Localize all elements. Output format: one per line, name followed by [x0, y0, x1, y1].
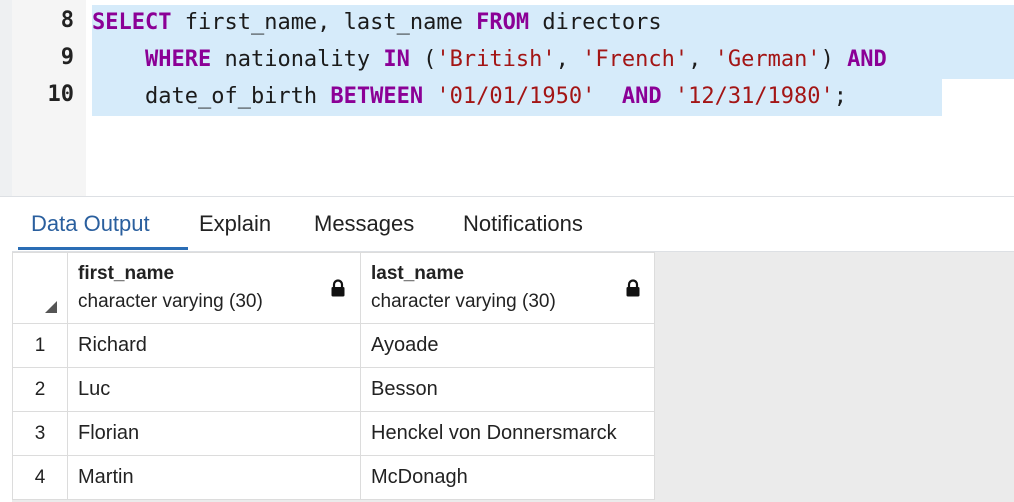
table-row[interactable]: 2 Luc Besson [12, 367, 655, 412]
row-number[interactable]: 1 [12, 323, 68, 368]
cell-last-name[interactable]: McDonagh [360, 455, 655, 500]
active-tab-indicator [18, 247, 188, 250]
sql-text: ( [409, 47, 437, 72]
line-number-gutter: 8 9 10 [0, 0, 86, 196]
sql-string: 'German' [714, 47, 821, 72]
sql-text: ; [833, 84, 848, 109]
sql-keyword: WHERE [144, 47, 212, 72]
tab-data-output[interactable]: Data Output [31, 211, 150, 237]
sql-keyword: AND [621, 84, 662, 109]
column-name: first_name [78, 263, 175, 284]
results-tabs: Data Output Explain Messages Notificatio… [12, 197, 1014, 251]
lock-icon [331, 279, 345, 297]
sql-keyword: BETWEEN [330, 84, 424, 109]
line-number: 9 [60, 45, 74, 70]
column-header-last-name[interactable]: last_name character varying (30) [360, 252, 655, 324]
sql-string: '12/31/1980' [674, 84, 834, 109]
column-name: last_name [371, 263, 464, 284]
sort-triangle-icon [45, 301, 57, 313]
sql-text: first_name, last_name [171, 10, 477, 35]
column-type: character varying (30) [78, 291, 263, 312]
line-number: 10 [47, 82, 75, 107]
code-line-9[interactable]: WHERE nationality IN ('British', 'French… [92, 45, 887, 75]
sql-keyword: IN [383, 47, 410, 72]
row-number[interactable]: 2 [12, 367, 68, 412]
column-type: character varying (30) [371, 291, 556, 312]
sql-keyword: FROM [476, 10, 530, 35]
sql-text: nationality [211, 47, 384, 72]
grid-corner[interactable] [12, 252, 68, 324]
row-number[interactable]: 3 [12, 411, 68, 456]
sql-text: , [555, 47, 583, 72]
tab-messages[interactable]: Messages [314, 211, 414, 237]
sql-text: directors [529, 10, 662, 35]
lock-icon [626, 279, 640, 297]
sql-keyword: SELECT [92, 10, 172, 35]
sql-keyword: AND [847, 47, 887, 72]
cell-last-name[interactable]: Henckel von Donnersmarck [360, 411, 655, 456]
sql-text: date_of_birth [92, 84, 331, 109]
sql-string: 'French' [582, 47, 689, 72]
tab-notifications[interactable]: Notifications [463, 211, 583, 237]
code-line-10[interactable]: date_of_birth BETWEEN '01/01/1950' AND '… [92, 82, 847, 112]
cell-first-name[interactable]: Luc [67, 367, 361, 412]
sql-text: , [688, 47, 715, 72]
cell-first-name[interactable]: Richard [67, 323, 361, 368]
sql-text: ) [820, 47, 848, 72]
tab-explain[interactable]: Explain [199, 211, 271, 237]
row-number[interactable]: 4 [12, 455, 68, 500]
line-number: 8 [60, 8, 74, 33]
cell-first-name[interactable]: Florian [67, 411, 361, 456]
cell-last-name[interactable]: Besson [360, 367, 655, 412]
column-header-first-name[interactable]: first_name character varying (30) [67, 252, 361, 324]
table-row[interactable]: 3 Florian Henckel von Donnersmarck [12, 411, 655, 456]
table-row[interactable]: 4 Martin McDonagh [12, 455, 655, 500]
query-editor[interactable]: 8 9 10 SELECT first_name, last_name FROM… [0, 0, 1014, 196]
sql-string: 'British' [436, 47, 556, 72]
cell-first-name[interactable]: Martin [67, 455, 361, 500]
cell-last-name[interactable]: Ayoade [360, 323, 655, 368]
sql-string: '01/01/1950' [436, 84, 596, 109]
table-row[interactable]: 1 Richard Ayoade [12, 323, 655, 368]
code-line-8[interactable]: SELECT first_name, last_name FROM direct… [92, 8, 662, 38]
data-output-grid: first_name character varying (30) last_n… [12, 252, 655, 500]
